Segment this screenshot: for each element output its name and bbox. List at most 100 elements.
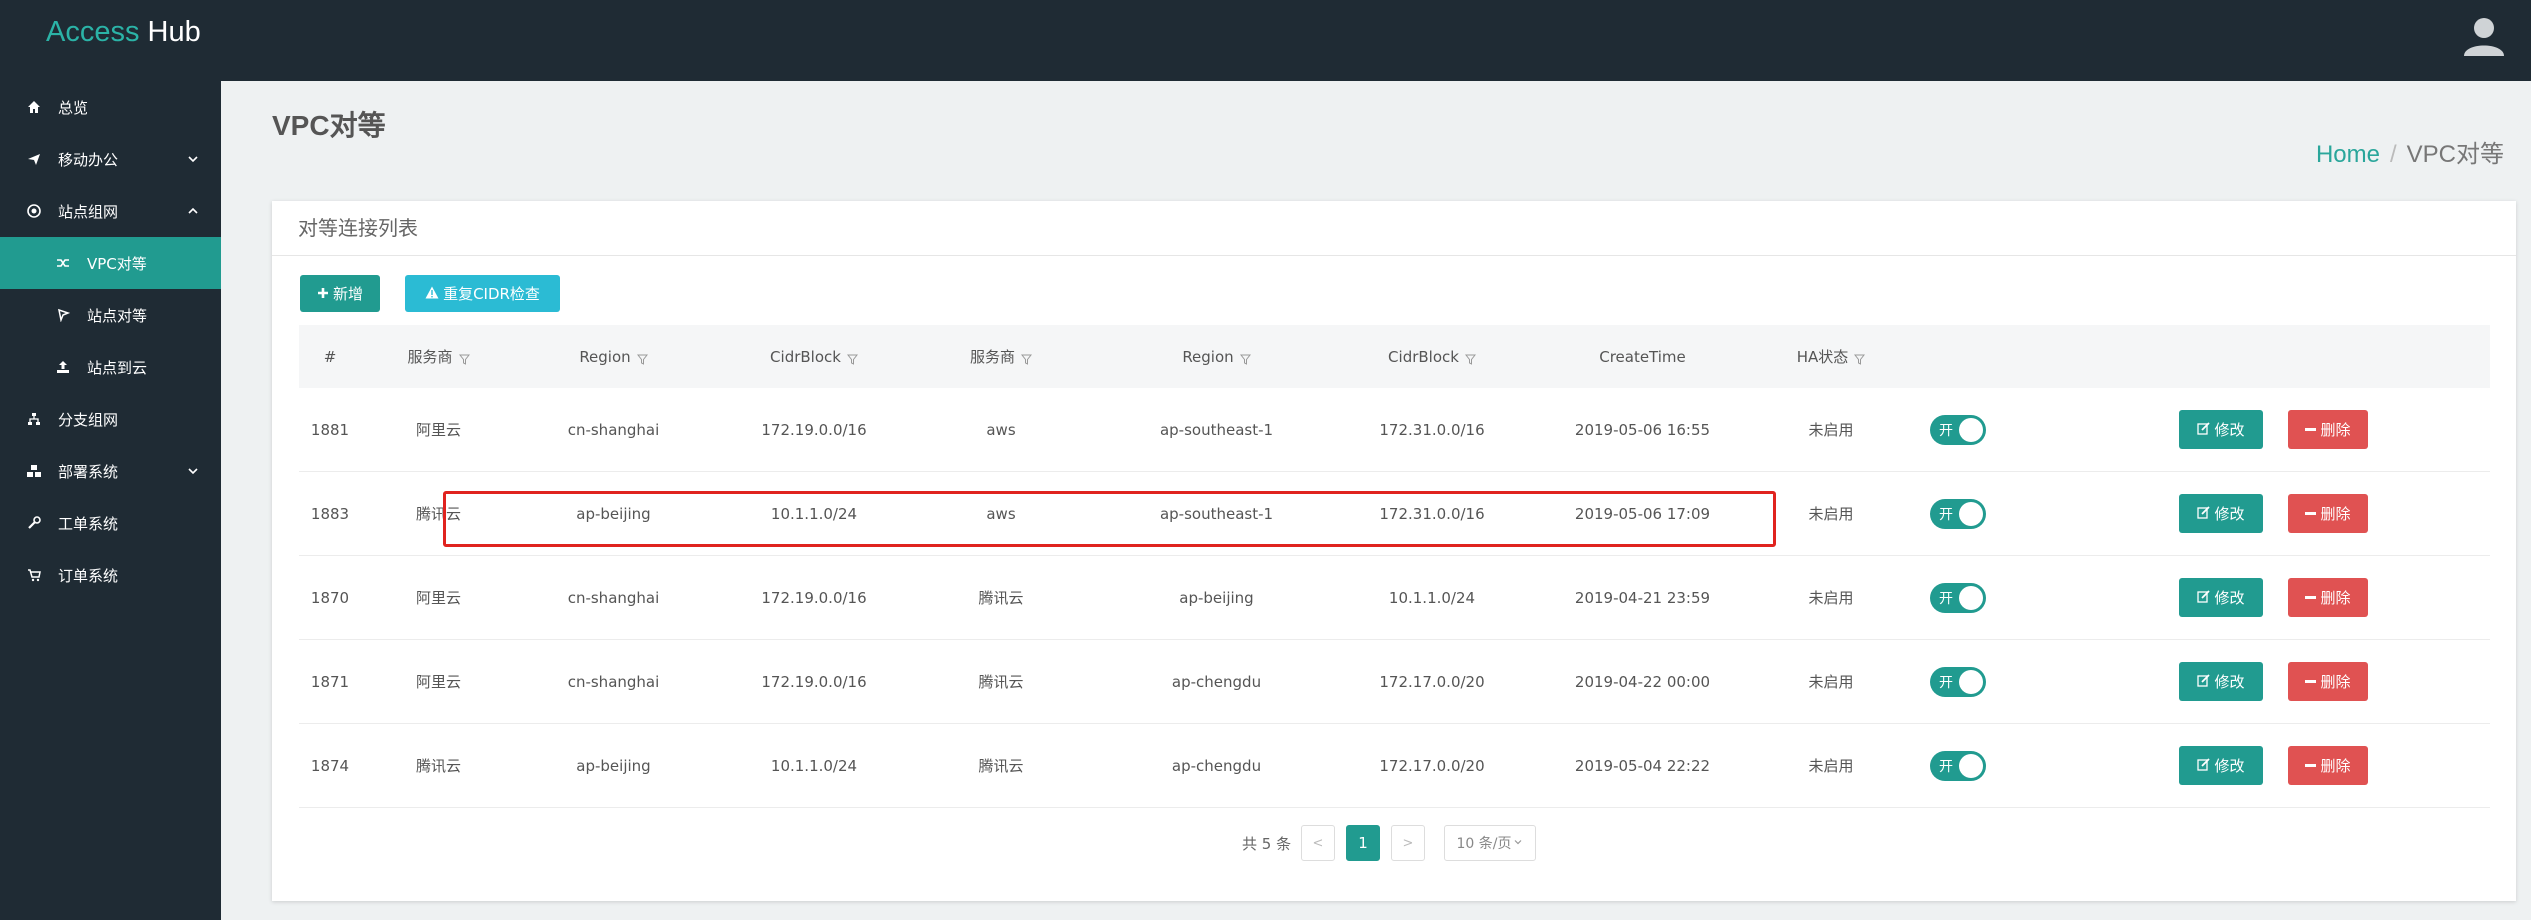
column-header[interactable]: Region [516, 325, 711, 388]
cell-create-time: 2019-05-04 22:22 [1574, 756, 1711, 775]
enable-toggle[interactable]: 开 [1930, 582, 1986, 613]
sidebar-item-site-to-cloud[interactable]: 站点到云 [0, 341, 221, 393]
column-header[interactable]: 服务商 [917, 325, 1085, 388]
cell-cidr1: 172.19.0.0/16 [761, 420, 867, 439]
wrench-icon [26, 515, 42, 531]
sidebar-item-vpc-peering[interactable]: VPC对等 [0, 237, 221, 289]
toggle-knob [1959, 585, 1983, 610]
cell-edit: 修改 [2169, 388, 2273, 471]
cell-ha: 未启用 [1808, 757, 1854, 775]
chevron-down-icon [1513, 835, 1523, 851]
page-title: VPC对等 [272, 110, 386, 141]
brand-logo[interactable]: Access Hub [46, 16, 201, 49]
delete-label: 删除 [2320, 505, 2351, 523]
column-header[interactable]: CidrBlock [1348, 325, 1516, 388]
column-header[interactable]: HA状态 [1769, 325, 1893, 388]
sidebar-item-label: 部署系统 [58, 462, 119, 481]
filter-icon[interactable] [1239, 351, 1251, 365]
cell-create-time: 2019-05-06 17:09 [1574, 504, 1711, 523]
enable-toggle[interactable]: 开 [1930, 498, 1986, 529]
edit-label: 修改 [2214, 589, 2245, 607]
cell-toggle: 开 [1893, 724, 2023, 807]
edit-label: 修改 [2214, 505, 2245, 523]
cell-provider2: aws [986, 504, 1016, 523]
cell-id: 1874 [310, 756, 350, 775]
cell-region1: cn-shanghai [567, 588, 660, 607]
page-size-select[interactable]: 10 条/页 [1444, 825, 1536, 861]
cell-delete: 删除 [2273, 472, 2383, 555]
filter-icon[interactable] [636, 351, 648, 365]
edit-label: 修改 [2214, 757, 2245, 775]
edit-button[interactable]: 修改 [2179, 410, 2263, 449]
enable-toggle[interactable]: 开 [1930, 666, 1986, 697]
enable-toggle[interactable]: 开 [1930, 750, 1986, 781]
sidebar-item-overview[interactable]: 总览 [0, 81, 221, 133]
column-header[interactable]: Region [1085, 325, 1348, 388]
minus-icon [2305, 673, 2317, 691]
cell-cidr2: 172.17.0.0/20 [1379, 756, 1485, 775]
sidebar-item-site-network[interactable]: 站点组网 [0, 185, 221, 237]
cell-edit: 修改 [2169, 472, 2273, 555]
pagination: 共 5 条 < 1 > 10 条/页 [272, 825, 2516, 861]
sidebar-item-label: 工单系统 [58, 514, 119, 533]
cell-region2: ap-chengdu [1171, 672, 1262, 691]
cell-create-time: 2019-04-22 00:00 [1574, 672, 1711, 691]
edit-button[interactable]: 修改 [2179, 578, 2263, 617]
edit-button[interactable]: 修改 [2179, 746, 2263, 785]
plane-icon [26, 151, 42, 167]
cell-create-time: 2019-05-06 16:55 [1574, 420, 1711, 439]
delete-button[interactable]: 删除 [2288, 578, 2368, 617]
edit-button[interactable]: 修改 [2179, 494, 2263, 533]
edit-icon [2197, 505, 2211, 523]
delete-button[interactable]: 删除 [2288, 746, 2368, 785]
delete-label: 删除 [2320, 421, 2351, 439]
cell-region2: ap-southeast-1 [1159, 420, 1274, 439]
cidr-check-button[interactable]: 重复CIDR检查 [405, 275, 560, 312]
column-header[interactable]: CidrBlock [711, 325, 917, 388]
cell-toggle: 开 [1893, 472, 2023, 555]
sidebar-item-ticket-system[interactable]: 工单系统 [0, 497, 221, 549]
toggle-label: 开 [1939, 674, 1953, 691]
sidebar-item-mobile-office[interactable]: 移动办公 [0, 133, 221, 185]
cidr-check-label: 重复CIDR检查 [443, 285, 540, 303]
table-row: 1870 阿里云 cn-shanghai 172.19.0.0/16 腾讯云 ap-bei… [299, 556, 2490, 640]
cell-cidr1: 10.1.1.0/24 [770, 756, 858, 775]
sidebar-item-site-peering[interactable]: 站点对等 [0, 289, 221, 341]
home-icon [26, 99, 42, 115]
delete-button[interactable]: 删除 [2288, 410, 2368, 449]
edit-icon [2197, 589, 2211, 607]
user-avatar-icon[interactable] [2461, 14, 2507, 60]
top-bar: Access Hub [0, 0, 2531, 81]
next-page-button[interactable]: > [1391, 825, 1425, 861]
enable-toggle[interactable]: 开 [1930, 414, 1986, 445]
brand-part-1: Access [46, 16, 140, 48]
edit-button[interactable]: 修改 [2179, 662, 2263, 701]
cell-cidr2: 172.31.0.0/16 [1379, 420, 1485, 439]
filter-icon[interactable] [846, 351, 858, 365]
filter-icon[interactable] [1464, 351, 1476, 365]
delete-button[interactable]: 删除 [2288, 494, 2368, 533]
filter-icon[interactable] [458, 351, 470, 365]
location-icon [55, 307, 71, 323]
sidebar-item-deploy-system[interactable]: 部署系统 [0, 445, 221, 497]
cell-id: 1883 [310, 504, 350, 523]
cell-create-time: 2019-04-21 23:59 [1574, 588, 1711, 607]
column-header[interactable]: 服务商 [361, 325, 516, 388]
prev-page-button[interactable]: < [1301, 825, 1335, 861]
breadcrumb: Home / VPC对等 [2316, 134, 2504, 169]
page-1-button[interactable]: 1 [1346, 825, 1380, 861]
sidebar-item-label: 站点组网 [58, 202, 119, 221]
cell-edit: 修改 [2169, 724, 2273, 807]
filter-icon[interactable] [1020, 351, 1033, 365]
sidebar-item-order-system[interactable]: 订单系统 [0, 549, 221, 601]
plus-icon [317, 285, 329, 303]
cell-ha: 未启用 [1808, 589, 1854, 607]
cell-region1: cn-shanghai [567, 672, 660, 691]
sidebar-item-label: 总览 [58, 98, 89, 117]
breadcrumb-home-link[interactable]: Home [2316, 141, 2380, 168]
sidebar-item-branch-network[interactable]: 分支组网 [0, 393, 221, 445]
delete-button[interactable]: 删除 [2288, 662, 2368, 701]
edit-icon [2197, 673, 2211, 691]
filter-icon[interactable] [1854, 351, 1866, 365]
add-button[interactable]: 新增 [300, 275, 380, 312]
